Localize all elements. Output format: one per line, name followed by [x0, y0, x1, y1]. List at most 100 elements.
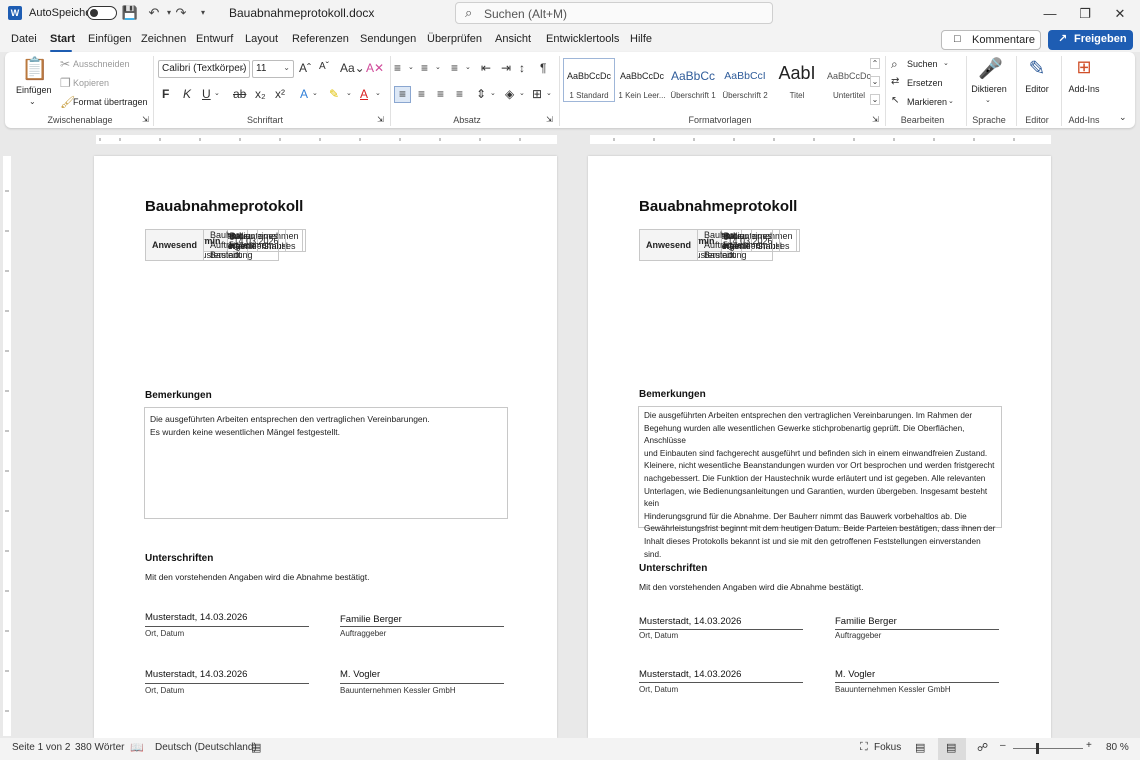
paste-icon[interactable]: 📋	[21, 56, 49, 81]
numbering-icon[interactable]: ≡	[421, 61, 428, 75]
bold-icon[interactable]: F	[162, 87, 169, 101]
styles-more-icon[interactable]: ⌄	[870, 94, 880, 105]
add-ins-button[interactable]: Add-Ins	[1065, 84, 1103, 94]
align-left-icon[interactable]: ≡	[394, 86, 411, 103]
tab-ueberpruefen[interactable]: Überprüfen	[427, 33, 482, 45]
borders-icon[interactable]: ⊞	[532, 87, 542, 101]
find-dropdown-icon[interactable]: ⌄	[943, 59, 949, 67]
minimize-button[interactable]: —	[1030, 2, 1070, 26]
format-painter-button[interactable]: Format übertragen	[73, 97, 148, 107]
highlight-icon[interactable]: ✎	[329, 87, 339, 101]
paste-dropdown-icon[interactable]: ⌄	[29, 97, 36, 106]
focus-mode[interactable]: Fokus	[874, 742, 901, 753]
multilevel-list-icon[interactable]: ≡	[451, 61, 458, 75]
editor-icon[interactable]: ✎	[1025, 56, 1049, 81]
tab-entwicklertools[interactable]: Entwicklertools	[546, 33, 619, 45]
styles-launcher-icon[interactable]: ⇲	[872, 115, 879, 124]
cut-button[interactable]: Ausschneiden	[73, 59, 130, 69]
tab-ansicht[interactable]: Ansicht	[495, 33, 531, 45]
font-family-select[interactable]: Calibri (Textkörper) ⌄	[158, 60, 250, 78]
tab-einfuegen[interactable]: Einfügen	[88, 33, 131, 45]
tab-hilfe[interactable]: Hilfe	[630, 33, 652, 45]
font-size-select[interactable]: 11 ⌄	[252, 60, 294, 78]
tab-referenzen[interactable]: Referenzen	[292, 33, 349, 45]
styles-scroll-up-icon[interactable]: ⌃	[870, 58, 880, 69]
tab-datei[interactable]: Datei	[11, 33, 37, 45]
page-count[interactable]: Seite 1 von 2	[12, 742, 70, 753]
line-spacing-icon[interactable]: ⇕	[476, 87, 486, 101]
zoom-slider-thumb[interactable]	[1036, 743, 1039, 754]
superscript-icon[interactable]: x²	[275, 87, 285, 101]
text-effects-dropdown-icon[interactable]: ⌄	[312, 89, 318, 97]
select-dropdown-icon[interactable]: ⌄	[948, 97, 954, 105]
clear-formatting-icon[interactable]: A✕	[366, 61, 384, 75]
share-button[interactable]: ↗ Freigeben	[1048, 30, 1133, 50]
tab-start[interactable]: Start	[50, 33, 75, 45]
font-color-dropdown-icon[interactable]: ⌄	[375, 89, 381, 97]
find-button[interactable]: Suchen	[907, 59, 938, 69]
autosave-toggle[interactable]	[87, 6, 117, 20]
numbering-dropdown-icon[interactable]: ⌄	[435, 63, 441, 71]
select-button[interactable]: Markieren	[907, 97, 947, 107]
subscript-icon[interactable]: x₂	[255, 87, 266, 101]
accessibility-icon[interactable]: 📖	[130, 741, 144, 754]
align-center-icon[interactable]: ≡	[418, 87, 425, 101]
align-right-icon[interactable]: ≡	[437, 87, 444, 101]
zoom-out-icon[interactable]: –	[1000, 740, 1006, 751]
customize-toolbar-icon[interactable]: ▾	[194, 4, 212, 22]
zoom-level[interactable]: 80 %	[1106, 742, 1129, 753]
style-heading-1[interactable]: AaBbCc Überschrift 1	[667, 58, 719, 102]
italic-icon[interactable]: K	[183, 87, 191, 101]
decrease-indent-icon[interactable]: ⇤	[481, 61, 491, 75]
borders-dropdown-icon[interactable]: ⌄	[546, 89, 552, 97]
styles-scroll-down-icon[interactable]: ⌄	[870, 76, 880, 87]
document-page-1[interactable]: Bauabnahmeprotokoll BauvorhabenNeubau ei…	[94, 156, 557, 738]
print-layout-icon[interactable]: ▤	[946, 741, 956, 754]
tab-zeichnen[interactable]: Zeichnen	[141, 33, 186, 45]
collapse-ribbon-icon[interactable]: ⌄	[1119, 112, 1127, 123]
predictions-icon[interactable]: ▤	[251, 741, 261, 754]
style-title[interactable]: AabI Titel	[771, 58, 823, 102]
redo-icon[interactable]: ↷	[172, 4, 190, 22]
horizontal-ruler[interactable]	[0, 131, 1140, 147]
shading-icon[interactable]: ◈	[505, 87, 514, 101]
search-input[interactable]: ⌕ Suchen (Alt+M)	[455, 2, 773, 24]
clipboard-launcher-icon[interactable]: ⇲	[142, 115, 149, 124]
dictate-dropdown-icon[interactable]: ⌄	[985, 96, 991, 104]
paste-button[interactable]: Einfügen	[16, 85, 52, 95]
tab-sendungen[interactable]: Sendungen	[360, 33, 416, 45]
text-effects-icon[interactable]: A	[300, 87, 308, 101]
strikethrough-icon[interactable]: ab	[233, 87, 246, 101]
tab-layout[interactable]: Layout	[245, 33, 278, 45]
sort-icon[interactable]: ↕	[519, 61, 525, 75]
maximize-button[interactable]: ❐	[1065, 2, 1105, 26]
comments-button[interactable]: □ Kommentare	[941, 30, 1041, 50]
dictate-button[interactable]: Diktieren	[969, 84, 1009, 94]
shrink-font-icon[interactable]: Aˇ	[319, 61, 329, 72]
focus-icon[interactable]: ⛶	[860, 741, 868, 754]
word-count[interactable]: 380 Wörter	[75, 742, 124, 753]
justify-icon[interactable]: ≡	[456, 87, 463, 101]
style-standard[interactable]: AaBbCcDc 1 Standard	[563, 58, 615, 102]
style-subtitle[interactable]: AaBbCcDc Untertitel	[823, 58, 875, 102]
remarks-box[interactable]: Die ausgeführten Arbeiten entsprechen de…	[638, 406, 1002, 559]
save-icon[interactable]: 💾	[121, 4, 139, 22]
replace-button[interactable]: Ersetzen	[907, 78, 943, 88]
zoom-in-icon[interactable]: +	[1086, 740, 1092, 751]
add-ins-icon[interactable]: ⊞	[1073, 57, 1095, 79]
show-formatting-icon[interactable]: ¶	[540, 61, 546, 75]
paragraph-launcher-icon[interactable]: ⇲	[546, 115, 553, 124]
language[interactable]: Deutsch (Deutschland)	[155, 742, 257, 753]
editor-button[interactable]: Editor	[1019, 84, 1055, 94]
web-layout-icon[interactable]: ☍	[977, 741, 988, 754]
shading-dropdown-icon[interactable]: ⌄	[519, 89, 525, 97]
microphone-icon[interactable]: 🎤	[978, 56, 1003, 81]
zoom-slider-track[interactable]	[1013, 748, 1083, 749]
highlight-dropdown-icon[interactable]: ⌄	[346, 89, 352, 97]
copy-button[interactable]: Kopieren	[73, 78, 109, 88]
font-color-icon[interactable]: A	[360, 87, 368, 101]
underline-dropdown-icon[interactable]: ⌄	[214, 89, 220, 97]
bullets-dropdown-icon[interactable]: ⌄	[408, 63, 414, 71]
remarks-box[interactable]: Die ausgeführten Arbeiten entsprechen de…	[144, 407, 508, 519]
increase-indent-icon[interactable]: ⇥	[501, 61, 511, 75]
